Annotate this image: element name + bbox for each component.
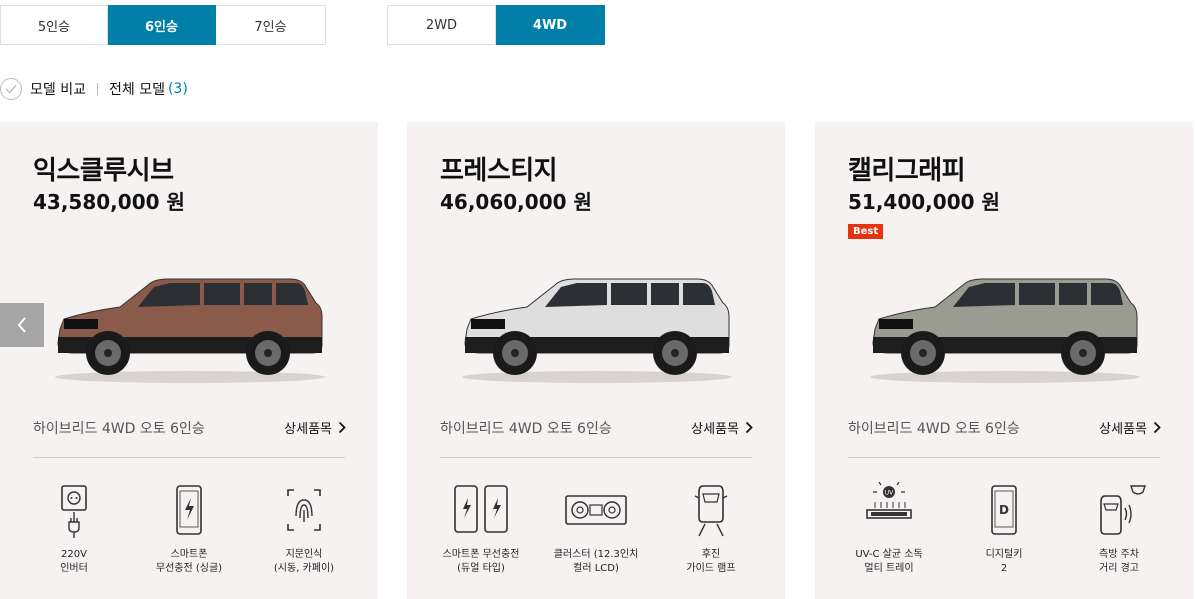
svg-text:D: D <box>999 503 1009 517</box>
model-price: 43,580,000 원 <box>33 190 185 214</box>
model-card[interactable]: 캘리그래피 51,400,000 원 Best 하이브리드 4WD 오토 6인승… <box>815 122 1193 599</box>
feature-item: 스마트폰 무선충전 (듀얼 타입) <box>429 482 533 576</box>
feature-label: 측방 주차 거리 경고 <box>1099 549 1139 574</box>
uvc-tray-icon: UV <box>857 482 921 542</box>
feature-item: 측방 주차 거리 경고 <box>1067 482 1171 576</box>
feature-label: 후진 가이드 램프 <box>686 549 736 574</box>
power-outlet-icon <box>42 482 106 542</box>
divider <box>33 457 345 458</box>
chevron-right-icon <box>1153 421 1161 434</box>
drive-type-filter: 2WD 4WD <box>387 5 605 45</box>
model-price: 51,400,000 원 <box>848 190 1000 214</box>
rear-guide-lamp-icon <box>679 482 743 542</box>
chevron-right-icon <box>745 421 753 434</box>
feature-label: 스마트폰 무선충전 (싱글) <box>155 549 223 574</box>
feature-label: 스마트폰 무선충전 (듀얼 타입) <box>442 549 520 574</box>
drive-option-2wd[interactable]: 2WD <box>387 5 496 45</box>
trim-label: 하이브리드 4WD 오토 6인승 <box>440 421 612 437</box>
carousel-prev-button[interactable] <box>0 303 44 347</box>
seat-count-filter: 5인승 6인승 7인승 <box>0 5 326 45</box>
model-name: 캘리그래피 <box>848 156 966 186</box>
car-image-wrap <box>50 267 330 391</box>
feature-list: 220V 인버터 스마트폰 무선충전 (싱글) 지문인식 (시동, 카페이) <box>22 482 356 576</box>
chevron-left-icon <box>17 317 26 333</box>
phone-wireless-charge-icon <box>157 482 221 542</box>
model-card[interactable]: 익스클루시브 43,580,000 원 하이브리드 4WD 오토 6인승 상세품… <box>0 122 378 599</box>
chevron-right-icon <box>338 421 346 434</box>
svg-text:UV: UV <box>885 490 894 497</box>
divider <box>96 83 98 95</box>
side-parking-sensor-icon <box>1087 482 1151 542</box>
feature-label: 지문인식 (시동, 카페이) <box>273 549 335 574</box>
detail-items-link[interactable]: 상세품목 <box>284 418 346 437</box>
all-models-count: (3) <box>167 81 188 97</box>
feature-item: UV UV-C 살균 소독 멀티 트레이 <box>837 482 941 576</box>
check-icon <box>5 85 17 94</box>
detail-items-label: 상세품목 <box>284 422 332 437</box>
compare-row: 모델 비교 전체 모델 (3) <box>0 78 188 100</box>
feature-item: 지문인식 (시동, 카페이) <box>252 482 356 576</box>
car-image-wrap <box>457 267 737 391</box>
feature-label: 클러스터 (12.3인치 컬러 LCD) <box>553 549 639 574</box>
feature-item: 스마트폰 무선충전 (싱글) <box>137 482 241 576</box>
feature-label: UV-C 살균 소독 멀티 트레이 <box>855 549 923 574</box>
digital-key-icon: D <box>972 482 1036 542</box>
best-badge: Best <box>848 224 884 239</box>
car-image <box>55 278 325 383</box>
feature-list: 스마트폰 무선충전 (듀얼 타입) 클러스터 (12.3인치 컬러 LCD) 후… <box>429 482 763 576</box>
drive-option-4wd[interactable]: 4WD <box>496 5 605 45</box>
feature-item: D 디지털키 2 <box>952 482 1056 576</box>
feature-label: 디지털키 2 <box>985 549 1023 574</box>
divider <box>848 457 1160 458</box>
feature-label: 220V 인버터 <box>60 549 88 574</box>
all-models-label: 전체 모델 <box>108 82 165 98</box>
compare-checkbox[interactable] <box>0 78 22 100</box>
seat-option-7[interactable]: 7인승 <box>216 5 326 45</box>
feature-item: 220V 인버터 <box>22 482 126 576</box>
detail-items-label: 상세품목 <box>691 422 739 437</box>
fingerprint-icon <box>272 482 336 542</box>
feature-item: 클러스터 (12.3인치 컬러 LCD) <box>544 482 648 576</box>
trim-label: 하이브리드 4WD 오토 6인승 <box>848 421 1020 437</box>
dual-phone-charge-icon <box>449 482 513 542</box>
compare-label[interactable]: 모델 비교 <box>30 79 86 99</box>
car-image <box>462 278 732 383</box>
model-card[interactable]: 프레스티지 46,060,000 원 하이브리드 4WD 오토 6인승 상세품목… <box>407 122 785 599</box>
detail-items-link[interactable]: 상세품목 <box>691 418 753 437</box>
seat-option-6[interactable]: 6인승 <box>108 5 216 45</box>
detail-items-label: 상세품목 <box>1099 422 1147 437</box>
model-name: 프레스티지 <box>440 156 558 186</box>
trim-label: 하이브리드 4WD 오토 6인승 <box>33 421 205 437</box>
feature-item: 후진 가이드 램프 <box>659 482 763 576</box>
divider <box>440 457 752 458</box>
car-image-wrap <box>865 267 1145 391</box>
feature-list: UV UV-C 살균 소독 멀티 트레이 D 디지털키 2 측방 주차 거리 경… <box>837 482 1171 576</box>
detail-items-link[interactable]: 상세품목 <box>1099 418 1161 437</box>
model-name: 익스클루시브 <box>33 156 174 186</box>
car-image <box>870 278 1140 383</box>
cluster-display-icon <box>564 482 628 542</box>
model-price: 46,060,000 원 <box>440 190 592 214</box>
seat-option-5[interactable]: 5인승 <box>0 5 108 45</box>
